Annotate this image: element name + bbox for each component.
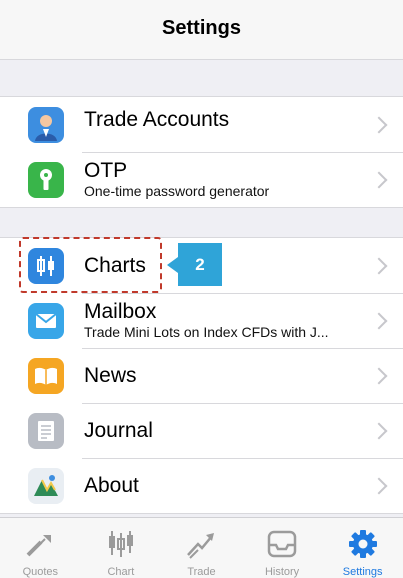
- chevron-right-icon: [370, 477, 388, 494]
- tab-label: Trade: [187, 566, 216, 578]
- settings-item-otp[interactable]: OTP One-time password generator: [0, 152, 403, 207]
- key-icon: [28, 161, 64, 198]
- tab-chart[interactable]: Chart: [81, 518, 162, 578]
- settings-item-label: News: [84, 364, 137, 387]
- settings-item-news[interactable]: News: [0, 348, 403, 403]
- settings-item-label: Mailbox: [84, 300, 157, 323]
- document-icon: [28, 412, 64, 449]
- book-icon: [28, 357, 64, 394]
- settings-item-label: Trade Accounts: [84, 108, 230, 131]
- chevron-right-icon: [370, 367, 388, 384]
- charts-highlight-box: [19, 237, 162, 293]
- accounts-group: Trade Accounts OTP One-time password gen…: [0, 96, 403, 208]
- settings-item-trade-accounts[interactable]: Trade Accounts: [0, 97, 403, 152]
- step-callout-badge: 2: [178, 243, 222, 286]
- inbox-tray-icon: [267, 530, 297, 558]
- tab-quotes[interactable]: Quotes: [0, 518, 81, 578]
- quotes-arrows-icon: [26, 535, 52, 557]
- tab-history[interactable]: History: [242, 518, 323, 578]
- user-icon: [28, 106, 64, 143]
- settings-item-label: OTP: [84, 159, 128, 182]
- trade-line-icon: [187, 533, 215, 559]
- settings-item-mailbox[interactable]: Mailbox Trade Mini Lots on Index CFDs wi…: [0, 293, 403, 348]
- navigation-bar: Settings: [0, 0, 403, 60]
- tab-label: Quotes: [22, 566, 59, 578]
- settings-item-sublabel: Trade Mini Lots on Index CFDs with J...: [84, 324, 329, 340]
- tab-trade[interactable]: Trade: [161, 518, 242, 578]
- chevron-right-icon: [370, 116, 388, 133]
- chevron-right-icon: [370, 422, 388, 439]
- tab-label: History: [264, 566, 300, 578]
- tab-label: Settings: [342, 566, 383, 578]
- tab-bar: Quotes Chart Trade History Settings: [0, 517, 403, 578]
- settings-item-sublabel: One-time password generator: [84, 183, 270, 199]
- settings-item-about[interactable]: About: [0, 458, 403, 513]
- tab-settings[interactable]: Settings: [322, 518, 403, 578]
- metatrader-logo-icon: [28, 467, 64, 504]
- callout-pointer: [167, 257, 178, 273]
- settings-item-label: Journal: [84, 419, 153, 442]
- chevron-right-icon: [370, 171, 388, 188]
- chevron-right-icon: [370, 257, 388, 274]
- settings-item-journal[interactable]: Journal: [0, 403, 403, 458]
- page-title: Settings: [162, 17, 241, 39]
- settings-item-label: About: [84, 474, 139, 497]
- candlestick-icon: [108, 531, 133, 557]
- tab-label: Chart: [107, 566, 135, 578]
- envelope-icon: [28, 302, 64, 339]
- chevron-right-icon: [370, 312, 388, 329]
- gear-icon: [348, 530, 377, 558]
